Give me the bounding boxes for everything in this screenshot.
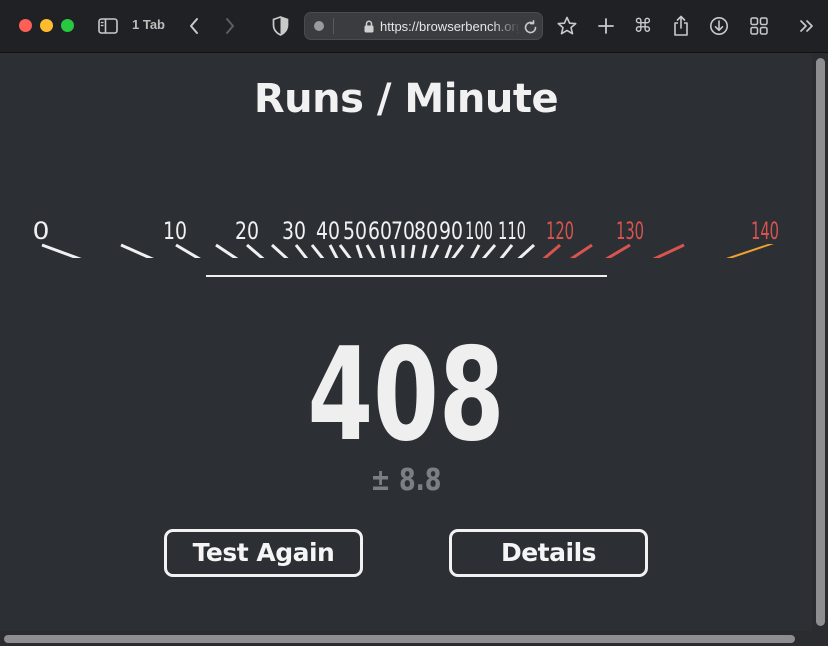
gauge-label: 20	[235, 217, 259, 245]
score-error-margin: ± 8.8	[370, 463, 442, 498]
forward-icon[interactable]	[220, 16, 240, 36]
gauge-label: 0	[33, 217, 50, 245]
gauge-label: 10	[163, 217, 187, 245]
test-again-button[interactable]: Test Again	[164, 529, 363, 577]
new-tab-plus-icon[interactable]	[595, 15, 617, 37]
lock-icon	[363, 19, 375, 33]
share-icon[interactable]	[670, 14, 692, 38]
address-bar[interactable]: https://browserbench.org/Speedometer3.0/	[304, 12, 543, 40]
gauge-tick	[652, 243, 685, 258]
gauge-tick	[421, 244, 428, 258]
gauge-tick	[429, 244, 440, 258]
downloads-icon[interactable]	[708, 15, 730, 37]
back-icon[interactable]	[184, 16, 204, 36]
sidebar-toggle-icon[interactable]	[97, 16, 119, 36]
horizontal-scrollbar-thumb[interactable]	[4, 635, 795, 643]
gauge-baseline	[206, 275, 607, 277]
benchmark-page: Runs / Minute 0 10 20 30 40 50 60 70 80 90 100 110 1…	[0, 53, 828, 646]
gauge-tick	[270, 243, 289, 258]
score-value: 408	[307, 321, 505, 470]
gauge-label: 50	[343, 217, 367, 245]
gauge-tick	[605, 243, 631, 258]
gauge-label: 90	[439, 217, 463, 245]
gauge-tick	[542, 243, 561, 258]
page-favicon	[314, 21, 324, 31]
gauge-tick	[215, 243, 239, 258]
gauge-tick	[338, 244, 352, 258]
close-window-button[interactable]	[19, 19, 32, 32]
zoom-window-button[interactable]	[61, 19, 74, 32]
page-title: Runs / Minute	[253, 76, 559, 122]
gauge-label: 100	[465, 217, 493, 245]
minimize-window-button[interactable]	[40, 19, 53, 32]
bookmark-star-icon[interactable]	[556, 15, 578, 37]
vertical-scrollbar-thumb[interactable]	[816, 58, 825, 626]
gauge-label: 40	[316, 217, 340, 245]
gauge-tick	[481, 244, 497, 258]
gauge-tick	[365, 244, 376, 258]
gauge-label: 30	[282, 217, 306, 245]
gauge-label: 120	[546, 217, 574, 245]
gauge-needle	[726, 244, 774, 258]
gauge-label: 140	[751, 217, 779, 245]
gauge-tick	[246, 243, 265, 258]
url-text[interactable]: https://browserbench.org/Speedometer3.0/	[380, 19, 520, 34]
gauge-tick	[390, 244, 397, 258]
reload-icon[interactable]	[522, 19, 538, 35]
gauge-tick	[120, 243, 154, 258]
gauge-tick	[379, 244, 386, 258]
gauge-tick	[517, 243, 536, 258]
gauge-tick	[175, 243, 201, 258]
command-key-icon[interactable]: ⌘	[632, 15, 654, 37]
tab-overview-icon[interactable]	[748, 15, 770, 37]
gauge-label: 130	[616, 217, 644, 245]
gauge-label: 70	[391, 217, 415, 245]
gauge-tick	[410, 244, 416, 258]
address-divider	[333, 18, 334, 34]
more-chevron-icon[interactable]	[797, 16, 817, 36]
gauge-label: 110	[498, 217, 526, 245]
gauge-tick	[569, 243, 593, 258]
tab-count[interactable]: 1 Tab	[132, 17, 165, 32]
browser-toolbar: 1 Tab https://browserbench.org/Speedomet…	[0, 0, 828, 53]
speed-gauge: 0 10 20 30 40 50 60 70 80 90 100 110 120 130 140	[33, 217, 779, 258]
gauge-label: 80	[414, 217, 438, 245]
privacy-shield-icon[interactable]	[270, 15, 290, 37]
details-button[interactable]: Details	[449, 529, 648, 577]
gauge-tick	[310, 244, 325, 258]
gauge-label: 60	[368, 217, 392, 245]
